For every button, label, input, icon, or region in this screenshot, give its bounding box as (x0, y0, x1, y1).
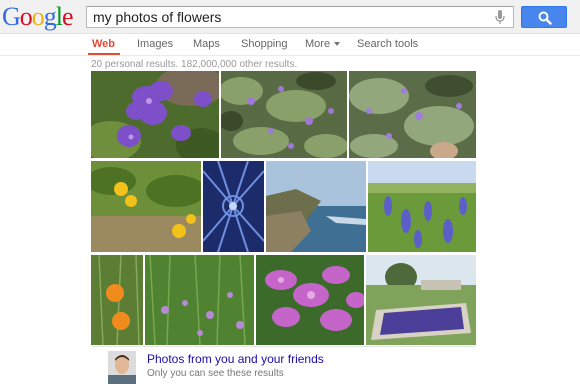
personal-results-note: Only you can see these results (147, 368, 284, 379)
search-button[interactable] (521, 6, 567, 28)
tab-web[interactable]: Web (92, 38, 115, 50)
header-bar: Google (0, 0, 580, 34)
photo-result[interactable] (221, 71, 347, 158)
photo-result[interactable] (91, 161, 201, 252)
search-nav: Web Images Maps Shopping More Search too… (0, 34, 580, 56)
microphone-icon[interactable] (495, 10, 505, 25)
photo-result[interactable] (266, 161, 366, 252)
personal-results-link[interactable]: Photos from you and your friends (147, 352, 324, 366)
photo-result[interactable] (145, 255, 254, 345)
photo-result[interactable] (366, 255, 476, 345)
logo-letter: o (19, 2, 33, 31)
personal-results-card: Photos from you and your friends Only yo… (91, 346, 476, 388)
tab-more[interactable]: More (305, 38, 341, 50)
search-icon (538, 11, 552, 25)
photo-result[interactable] (91, 255, 143, 345)
search-input[interactable] (93, 9, 483, 25)
photo-result[interactable] (349, 71, 476, 158)
tab-images[interactable]: Images (137, 38, 173, 50)
logo-letter: o (31, 2, 45, 31)
chevron-down-icon (334, 42, 341, 47)
photo-result[interactable] (91, 71, 219, 158)
logo-letter: g (43, 2, 57, 31)
tab-shopping[interactable]: Shopping (241, 38, 288, 50)
logo-letter: e (62, 2, 74, 31)
tab-more-label: More (305, 38, 331, 50)
photo-result[interactable] (203, 161, 264, 252)
result-stats: 20 personal results. 182,000,000 other r… (91, 59, 298, 70)
google-logo[interactable]: Google (2, 1, 76, 33)
photo-result[interactable] (368, 161, 476, 252)
tab-search-tools[interactable]: Search tools (357, 38, 418, 50)
photo-result[interactable] (256, 255, 364, 345)
search-box[interactable] (86, 6, 514, 28)
logo-letter: G (2, 2, 21, 31)
tab-maps[interactable]: Maps (193, 38, 220, 50)
active-tab-indicator (88, 53, 120, 55)
avatar (108, 351, 136, 384)
